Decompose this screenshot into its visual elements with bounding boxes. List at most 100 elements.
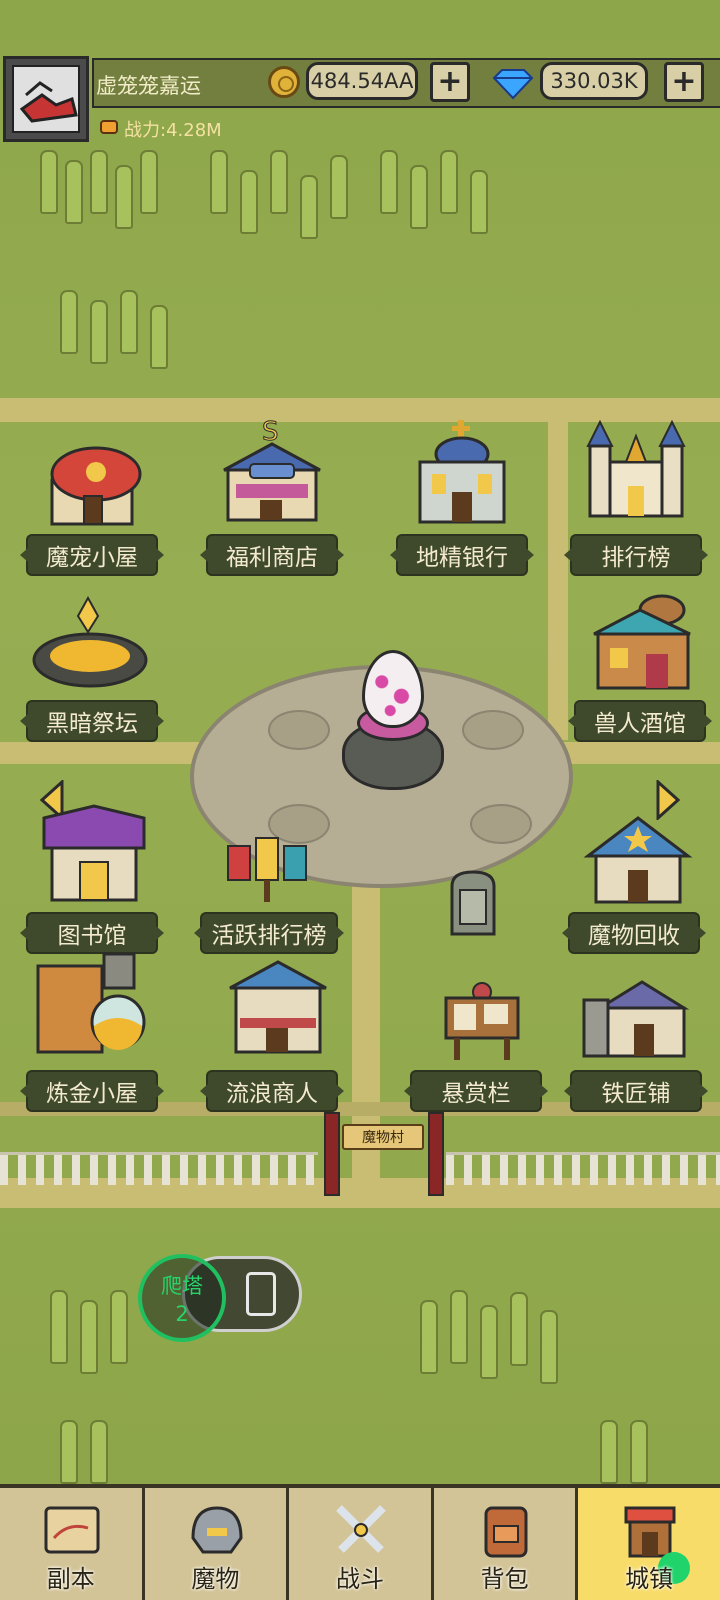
tree bbox=[210, 150, 228, 214]
tree bbox=[90, 300, 108, 364]
building-label-bounty-board[interactable]: 悬赏栏 bbox=[404, 1072, 548, 1110]
building-label-welfare-shop[interactable]: 福利商店 bbox=[200, 536, 344, 574]
helmet-icon bbox=[191, 1506, 243, 1554]
tab-label: 城镇 bbox=[625, 1565, 674, 1593]
tree bbox=[470, 170, 488, 234]
gate-pillar-right bbox=[428, 1112, 444, 1196]
building-label-goblin-bank[interactable]: 地精银行 bbox=[390, 536, 534, 574]
plaza-rune bbox=[268, 710, 330, 750]
village-gate-sign: 魔物村 bbox=[342, 1124, 424, 1150]
avatar[interactable] bbox=[3, 56, 89, 142]
tree bbox=[420, 1300, 438, 1374]
tab-backpack[interactable]: 背包 bbox=[433, 1488, 579, 1600]
tree bbox=[80, 1300, 98, 1374]
tree bbox=[115, 165, 133, 229]
welfare-shop-building[interactable]: S bbox=[210, 418, 334, 528]
leaderboard-building[interactable] bbox=[574, 416, 698, 528]
tree bbox=[410, 165, 428, 229]
building-label-leaderboard[interactable]: 排行榜 bbox=[564, 536, 708, 574]
alchemy-house-building[interactable] bbox=[34, 950, 150, 1058]
diamond-icon bbox=[492, 69, 534, 100]
tree bbox=[90, 150, 108, 214]
map-icon bbox=[44, 1506, 100, 1554]
tab-label: 背包 bbox=[480, 1565, 529, 1593]
tree bbox=[140, 150, 158, 214]
tower-label: 爬塔 bbox=[161, 1274, 203, 1298]
bottom-nav: 副本 魔物 战斗 背包 城镇 bbox=[0, 1484, 720, 1600]
top-hud: 虚笼笼嘉运 484.54AA + 330.03K + 战力:4.28M bbox=[0, 54, 720, 146]
orc-tavern-building[interactable] bbox=[590, 594, 700, 694]
tab-town[interactable]: 城镇 bbox=[578, 1488, 720, 1600]
backpack-icon bbox=[484, 1506, 528, 1558]
building-label-monster-recycle[interactable]: 魔物回收 bbox=[562, 914, 706, 952]
goblin-bank-building[interactable] bbox=[402, 418, 524, 530]
power-fist-icon bbox=[100, 120, 118, 134]
tab-label: 副本 bbox=[46, 1565, 95, 1593]
tree bbox=[240, 170, 258, 234]
town-map[interactable]: 魔物村 魔宠小屋 S 福利商店 地精银行 排行榜 黑暗祭坛 兽人酒馆 图书馆 活… bbox=[0, 0, 720, 1484]
tree bbox=[540, 1310, 558, 1384]
tree bbox=[40, 150, 58, 214]
svg-text:S: S bbox=[262, 418, 279, 447]
tree bbox=[65, 160, 83, 224]
tree bbox=[480, 1305, 498, 1379]
tree bbox=[90, 1420, 108, 1484]
library-building[interactable] bbox=[40, 802, 148, 906]
building-label-pet-house[interactable]: 魔宠小屋 bbox=[20, 536, 164, 574]
building-label-dark-altar[interactable]: 黑暗祭坛 bbox=[20, 702, 164, 740]
avatar-monster-icon bbox=[19, 81, 78, 123]
building-label-wandering-merchant[interactable]: 流浪商人 bbox=[200, 1072, 344, 1110]
active-ranking-building[interactable] bbox=[224, 820, 314, 906]
plaza-rune bbox=[462, 710, 524, 750]
building-label-library[interactable]: 图书馆 bbox=[20, 914, 164, 952]
tree bbox=[110, 1290, 128, 1364]
diamond-amount: 330.03K bbox=[540, 62, 648, 100]
crossed-swords-icon bbox=[336, 1505, 387, 1553]
building-label-blacksmith[interactable]: 铁匠铺 bbox=[564, 1072, 708, 1110]
monster-recycle-building[interactable] bbox=[582, 812, 694, 908]
tree bbox=[630, 1420, 648, 1484]
fence-left bbox=[0, 1152, 318, 1185]
tree bbox=[150, 305, 168, 369]
gravestone-icon[interactable] bbox=[446, 868, 500, 938]
add-diamond-button[interactable]: + bbox=[664, 62, 704, 102]
tree bbox=[60, 1420, 78, 1484]
plaza-rune bbox=[470, 804, 532, 844]
wandering-merchant-building[interactable] bbox=[226, 958, 330, 1058]
tree bbox=[270, 150, 288, 214]
gate-pillar-left bbox=[324, 1112, 340, 1196]
tower-level: 2 bbox=[175, 1302, 189, 1326]
blacksmith-building[interactable] bbox=[580, 978, 692, 1062]
tab-battle[interactable]: 战斗 bbox=[289, 1488, 434, 1600]
tower-climb-widget[interactable]: 爬塔 2 bbox=[138, 1254, 306, 1342]
lock-phone-icon[interactable] bbox=[246, 1272, 276, 1316]
gold-coin-icon bbox=[268, 66, 300, 98]
tree bbox=[600, 1420, 618, 1484]
tree bbox=[330, 155, 348, 219]
tab-label: 战斗 bbox=[335, 1565, 384, 1593]
add-gold-button[interactable]: + bbox=[430, 62, 470, 102]
tree bbox=[60, 290, 78, 354]
combat-power: 战力:4.28M bbox=[124, 120, 222, 141]
monster-egg[interactable] bbox=[362, 650, 424, 728]
road-right bbox=[548, 410, 568, 740]
pet-house-building[interactable] bbox=[30, 440, 150, 530]
tab-dungeon[interactable]: 副本 bbox=[0, 1488, 145, 1600]
tree bbox=[450, 1290, 468, 1364]
tree bbox=[510, 1292, 528, 1366]
tree bbox=[120, 290, 138, 354]
building-label-orc-tavern[interactable]: 兽人酒馆 bbox=[568, 702, 712, 740]
fence-right bbox=[446, 1152, 720, 1185]
gold-amount: 484.54AA bbox=[306, 62, 418, 100]
bounty-board-building[interactable] bbox=[440, 982, 524, 1062]
dark-altar-building[interactable] bbox=[30, 596, 154, 692]
tree bbox=[50, 1290, 68, 1364]
tab-monsters[interactable]: 魔物 bbox=[144, 1488, 290, 1600]
tree bbox=[440, 150, 458, 214]
tree bbox=[380, 150, 398, 214]
building-label-alchemy-house[interactable]: 炼金小屋 bbox=[20, 1072, 164, 1110]
tab-label: 魔物 bbox=[191, 1565, 240, 1593]
tower-climb-button[interactable]: 爬塔 2 bbox=[138, 1254, 226, 1342]
building-label-active-ranking[interactable]: 活跃排行榜 bbox=[194, 914, 344, 952]
player-name: 虚笼笼嘉运 bbox=[96, 74, 201, 98]
